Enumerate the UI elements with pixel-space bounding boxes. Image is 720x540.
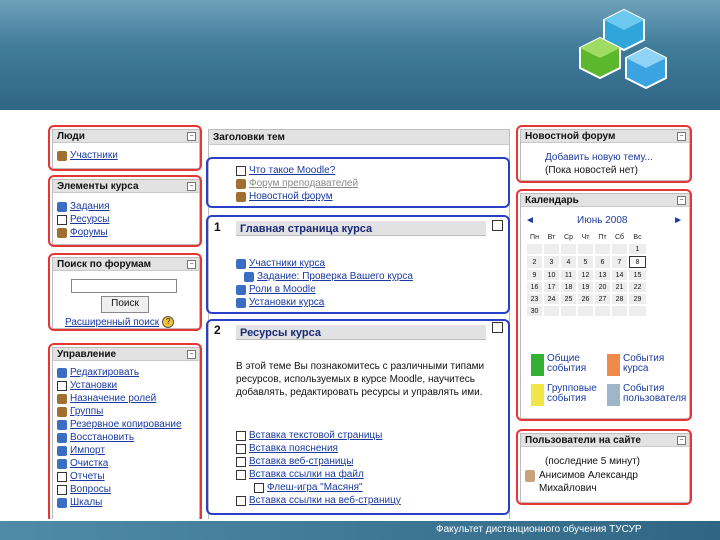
red-highlight-elements	[48, 175, 202, 247]
hexagon-cubes-logo	[579, 8, 667, 90]
footer-band: Факультет дистанционного обучения ТУСУР	[0, 521, 720, 540]
blue-highlight-top-section	[206, 157, 510, 208]
red-highlight-admin	[48, 343, 202, 519]
header-band	[0, 0, 720, 110]
red-highlight-news	[516, 125, 692, 183]
red-highlight-calendar	[516, 189, 692, 421]
blue-highlight-section-1	[206, 215, 510, 314]
red-highlight-search	[48, 253, 202, 331]
red-highlight-people	[48, 125, 202, 171]
moodle-course-screenshot: Люди − Участники Элементы курса − Задани…	[44, 117, 696, 519]
topics-title: Заголовки тем	[209, 130, 509, 145]
red-highlight-online	[516, 429, 692, 505]
blue-highlight-section-2	[206, 319, 510, 515]
footer-text: Факультет дистанционного обучения ТУСУР	[436, 524, 642, 535]
